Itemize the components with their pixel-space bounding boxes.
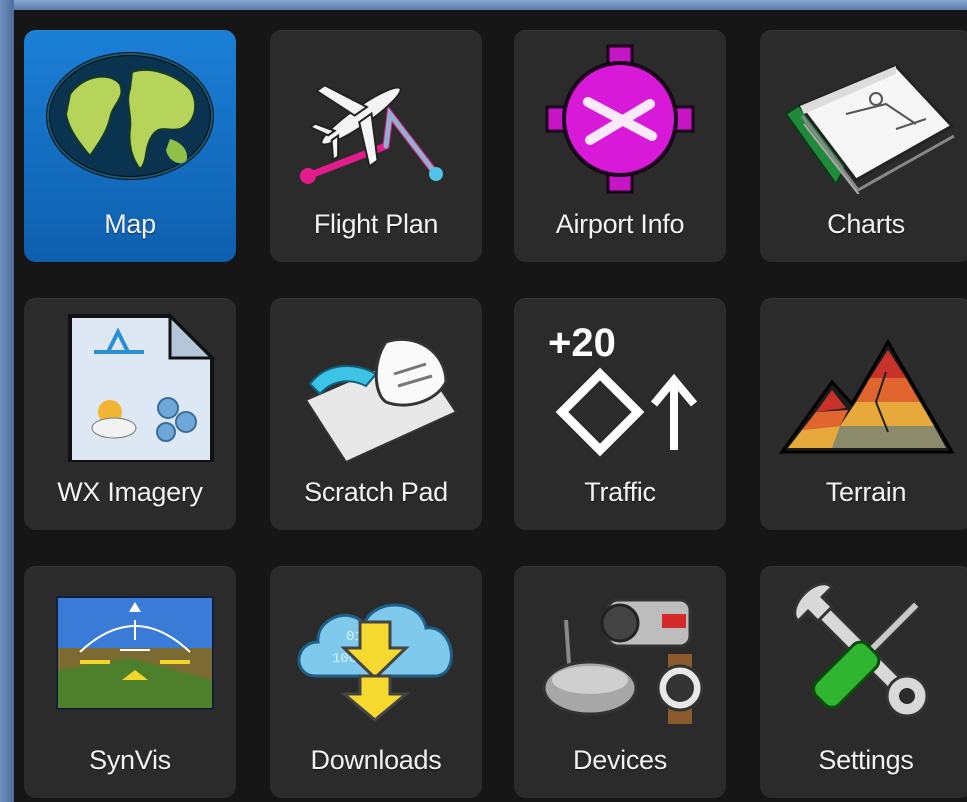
tile-flight-plan[interactable]: Flight Plan [270,30,482,262]
weather-imagery-icon [40,312,220,462]
airplane-route-icon [286,44,466,194]
tile-label: Map [104,209,156,239]
tile-label: Charts [827,209,905,239]
tile-label: Flight Plan [313,209,439,239]
globe-map-icon [40,44,220,194]
tile-scratch-pad[interactable]: Scratch Pad [270,298,482,530]
tile-label: WX Imagery [57,477,203,507]
tile-devices[interactable]: Devices [514,566,726,798]
traffic-altitude-label: +20 [548,321,616,365]
tile-airport-info[interactable]: Airport Info [514,30,726,262]
window-frame-left [0,0,14,802]
scratch-pad-icon [286,312,466,462]
tile-label: Airport Info [555,209,685,239]
tile-synvis[interactable]: SynVis [24,566,236,798]
tile-downloads[interactable]: 0101 1001 10 Downloads [270,566,482,798]
tile-label: Scratch Pad [304,477,448,507]
tile-label: Traffic [584,477,656,507]
tile-label: Terrain [825,477,907,507]
traffic-icon: +20 [530,312,710,462]
devices-icon [530,580,710,730]
chart-book-icon [776,44,956,194]
tile-charts[interactable]: Charts [760,30,967,262]
home-screen: Map Flight Plan Airport Info Charts WX I… [14,10,967,802]
tile-terrain[interactable]: Terrain [760,298,967,530]
tile-label: SynVis [89,745,171,775]
tile-map[interactable]: Map [24,30,236,262]
tile-label: Devices [573,745,667,775]
tile-settings[interactable]: Settings [760,566,967,798]
wrench-screwdriver-icon [776,580,956,730]
tile-traffic[interactable]: +20 Traffic [514,298,726,530]
cloud-download-icon: 0101 1001 10 [286,580,466,730]
tile-wx-imagery[interactable]: WX Imagery [24,298,236,530]
tile-label: Downloads [310,745,442,775]
window-frame-top [0,0,967,10]
synthetic-vision-icon [40,580,220,730]
terrain-mountain-icon [776,312,956,462]
tile-label: Settings [818,745,914,775]
airport-symbol-icon [530,44,710,194]
